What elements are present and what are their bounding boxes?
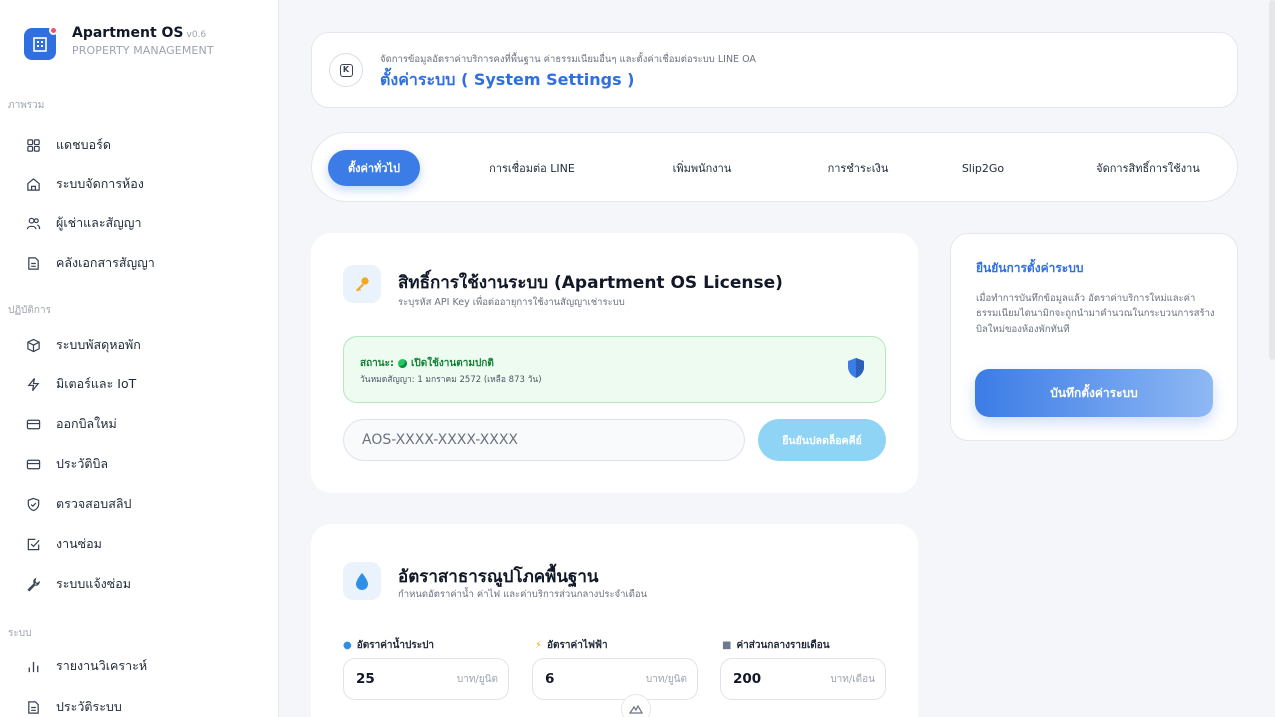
- confirm-description: เมื่อทำการบันทึกข้อมูลแล้ว อัตราค่าบริกา…: [976, 293, 1215, 335]
- common-fee-unit: บาท/เดือน: [830, 673, 875, 685]
- building-icon: [24, 26, 58, 60]
- sidebar-item-label: ออกบิลใหม่: [56, 416, 117, 431]
- shield-icon: [848, 358, 864, 378]
- brand[interactable]: Apartment OS v0.6 PROPERTY MANAGEMENT: [24, 25, 214, 60]
- sidebar-item-new-bill[interactable]: ออกบิลใหม่: [24, 412, 117, 436]
- tab-line[interactable]: การเชื่อมต่อ LINE: [462, 150, 602, 186]
- sidebar-item-label: รายงานวิเคราะห์: [56, 658, 148, 673]
- sidebar-item-contracts[interactable]: คลังเอกสารสัญญา: [24, 251, 155, 275]
- common-fee-label: ค่าส่วนกลางรายเดือน: [736, 640, 830, 651]
- card-icon: [24, 415, 42, 433]
- water-rate-unit: บาท/ยูนิต: [456, 673, 498, 685]
- utility-rates-card: อัตราสาธารณูปโภคพื้นฐาน กำหนดอัตราค่าน้ำ…: [311, 524, 918, 717]
- electric-rate-unit: บาท/ยูนิต: [645, 673, 687, 685]
- license-status: สถานะ: เปิดใช้งานตามปกติ วันหมดสัญญา: 1 …: [343, 336, 886, 403]
- license-subtitle: ระบุรหัส API Key เพื่อต่ออายุการใช้งานสั…: [398, 297, 625, 308]
- sidebar-item-label: มิเตอร์และ IoT: [56, 376, 137, 391]
- tab-permissions[interactable]: จัดการสิทธิ์การใช้งาน: [1078, 150, 1218, 186]
- sidebar-item-label: ประวัติบิล: [56, 456, 109, 471]
- sidebar-item-parcels[interactable]: ระบบพัสดุหอพัก: [24, 333, 141, 357]
- dashboard-icon: [24, 136, 42, 154]
- settings-tabs: ตั้งค่าทั่วไป การเชื่อมต่อ LINE เพิ่มพนั…: [311, 132, 1238, 202]
- sidebar-item-label: ตรวจสอบสลิป: [56, 496, 132, 511]
- tab-payment[interactable]: การชำระเงิน: [798, 150, 918, 186]
- sidebar-item-tenants[interactable]: ผู้เช่าและสัญญา: [24, 211, 141, 235]
- home-icon: [24, 175, 42, 193]
- license-expiry: วันหมดสัญญา: 1 มกราคม 2572 (เหลือ 873 วั…: [360, 375, 542, 385]
- shield-check-icon: [24, 495, 42, 513]
- sidebar-item-label: แดชบอร์ด: [56, 137, 111, 152]
- water-drop-icon: ●: [343, 640, 352, 651]
- brand-version: v0.6: [186, 30, 207, 40]
- document-icon: [24, 698, 42, 716]
- water-rate-value: 25: [356, 671, 375, 687]
- back-button[interactable]: K: [329, 53, 363, 87]
- electric-rate-label: อัตราค่าไฟฟ้า: [547, 640, 608, 651]
- lightning-icon: ⚡: [535, 640, 543, 651]
- package-icon: [24, 336, 42, 354]
- license-key-input[interactable]: AOS-XXXX-XXXX-XXXX: [343, 419, 745, 461]
- license-card: สิทธิ์การใช้งานระบบ (Apartment OS Licens…: [311, 233, 918, 493]
- utility-title: อัตราสาธารณูปโภคพื้นฐาน: [398, 567, 599, 587]
- brand-subtitle: PROPERTY MANAGEMENT: [72, 44, 214, 57]
- scrollbar[interactable]: [1269, 0, 1275, 360]
- unlock-key-button[interactable]: ยืนยันปลดล็อคคีย์: [758, 419, 886, 461]
- sidebar-item-repairs[interactable]: งานซ่อม: [24, 532, 102, 556]
- wrench-icon: [24, 575, 42, 593]
- common-fee-field[interactable]: 200 บาท/เดือน: [720, 658, 886, 700]
- sidebar-item-label: งานซ่อม: [56, 536, 102, 551]
- water-drop-icon: [343, 562, 381, 600]
- sidebar-item-label: ประวัติระบบ: [56, 699, 122, 714]
- document-icon: [24, 254, 42, 272]
- water-rate-label: อัตราค่าน้ำประปา: [356, 640, 435, 651]
- sidebar-item-label: ระบบพัสดุหอพัก: [56, 337, 141, 352]
- page-title: ตั้งค่าระบบ ( System Settings ): [380, 70, 635, 89]
- building-icon: ■: [722, 640, 732, 651]
- confirm-title: ยืนยันการตั้งค่าระบบ: [976, 261, 1084, 275]
- status-text: เปิดใช้งานตามปกติ: [410, 358, 494, 369]
- sidebar: Apartment OS v0.6 PROPERTY MANAGEMENT ภาพ…: [0, 0, 279, 717]
- sidebar-item-slip-check[interactable]: ตรวจสอบสลิป: [24, 492, 131, 516]
- sidebar-item-repair-requests[interactable]: ระบบแจ้งซ่อม: [24, 572, 131, 596]
- utility-subtitle: กำหนดอัตราค่าน้ำ ค่าไฟ และค่าบริการส่วนก…: [398, 589, 648, 600]
- mountain-icon: [629, 704, 643, 714]
- lightning-icon: [24, 375, 42, 393]
- sidebar-item-bill-history[interactable]: ประวัติบิล: [24, 452, 108, 476]
- sidebar-section-overview: ภาพรวม: [8, 100, 45, 111]
- scroll-up-button[interactable]: [621, 694, 651, 717]
- sidebar-item-label: ผู้เช่าและสัญญา: [56, 215, 142, 230]
- sidebar-item-reports[interactable]: รายงานวิเคราะห์: [24, 654, 147, 678]
- sidebar-item-meters[interactable]: มิเตอร์และ IoT: [24, 372, 136, 396]
- tab-slip2go[interactable]: Slip2Go: [938, 150, 1028, 186]
- license-title: สิทธิ์การใช้งานระบบ (Apartment OS Licens…: [398, 273, 783, 293]
- sidebar-item-rooms[interactable]: ระบบจัดการห้อง: [24, 172, 144, 196]
- page-header: K จัดการข้อมูลอัตราค่าบริการคงที่พื้นฐาน…: [311, 32, 1238, 108]
- globe-icon: [397, 359, 407, 368]
- electric-rate-field[interactable]: 6 บาท/ยูนิต: [532, 658, 698, 700]
- tab-add-staff[interactable]: เพิ่มพนักงาน: [642, 150, 762, 186]
- electric-rate-value: 6: [545, 671, 555, 687]
- collapse-icon: K: [339, 63, 353, 77]
- confirm-settings-card: ยืนยันการตั้งค่าระบบ เมื่อทำการบันทึกข้อ…: [950, 233, 1238, 441]
- sidebar-item-label: ระบบจัดการห้อง: [56, 176, 144, 191]
- sidebar-item-system-history[interactable]: ประวัติระบบ: [24, 695, 122, 717]
- sidebar-item-dashboard[interactable]: แดชบอร์ด: [24, 133, 111, 157]
- tab-general[interactable]: ตั้งค่าทั่วไป: [328, 150, 420, 186]
- sidebar-section-operations: ปฏิบัติการ: [8, 305, 51, 316]
- sidebar-item-label: ระบบแจ้งซ่อม: [56, 576, 132, 591]
- water-rate-field[interactable]: 25 บาท/ยูนิต: [343, 658, 509, 700]
- bar-chart-icon: [24, 657, 42, 675]
- key-icon: [343, 265, 381, 303]
- card-icon: [24, 455, 42, 473]
- common-fee-value: 200: [733, 671, 762, 687]
- page-subtitle: จัดการข้อมูลอัตราค่าบริการคงที่พื้นฐาน ค…: [380, 54, 756, 65]
- users-icon: [24, 214, 42, 232]
- checkbox-icon: [24, 535, 42, 553]
- save-settings-button[interactable]: บันทึกตั้งค่าระบบ: [975, 369, 1213, 417]
- sidebar-item-label: คลังเอกสารสัญญา: [56, 255, 155, 270]
- status-prefix: สถานะ:: [360, 358, 394, 369]
- brand-name: Apartment OS: [72, 25, 184, 41]
- sidebar-section-system: ระบบ: [8, 628, 32, 639]
